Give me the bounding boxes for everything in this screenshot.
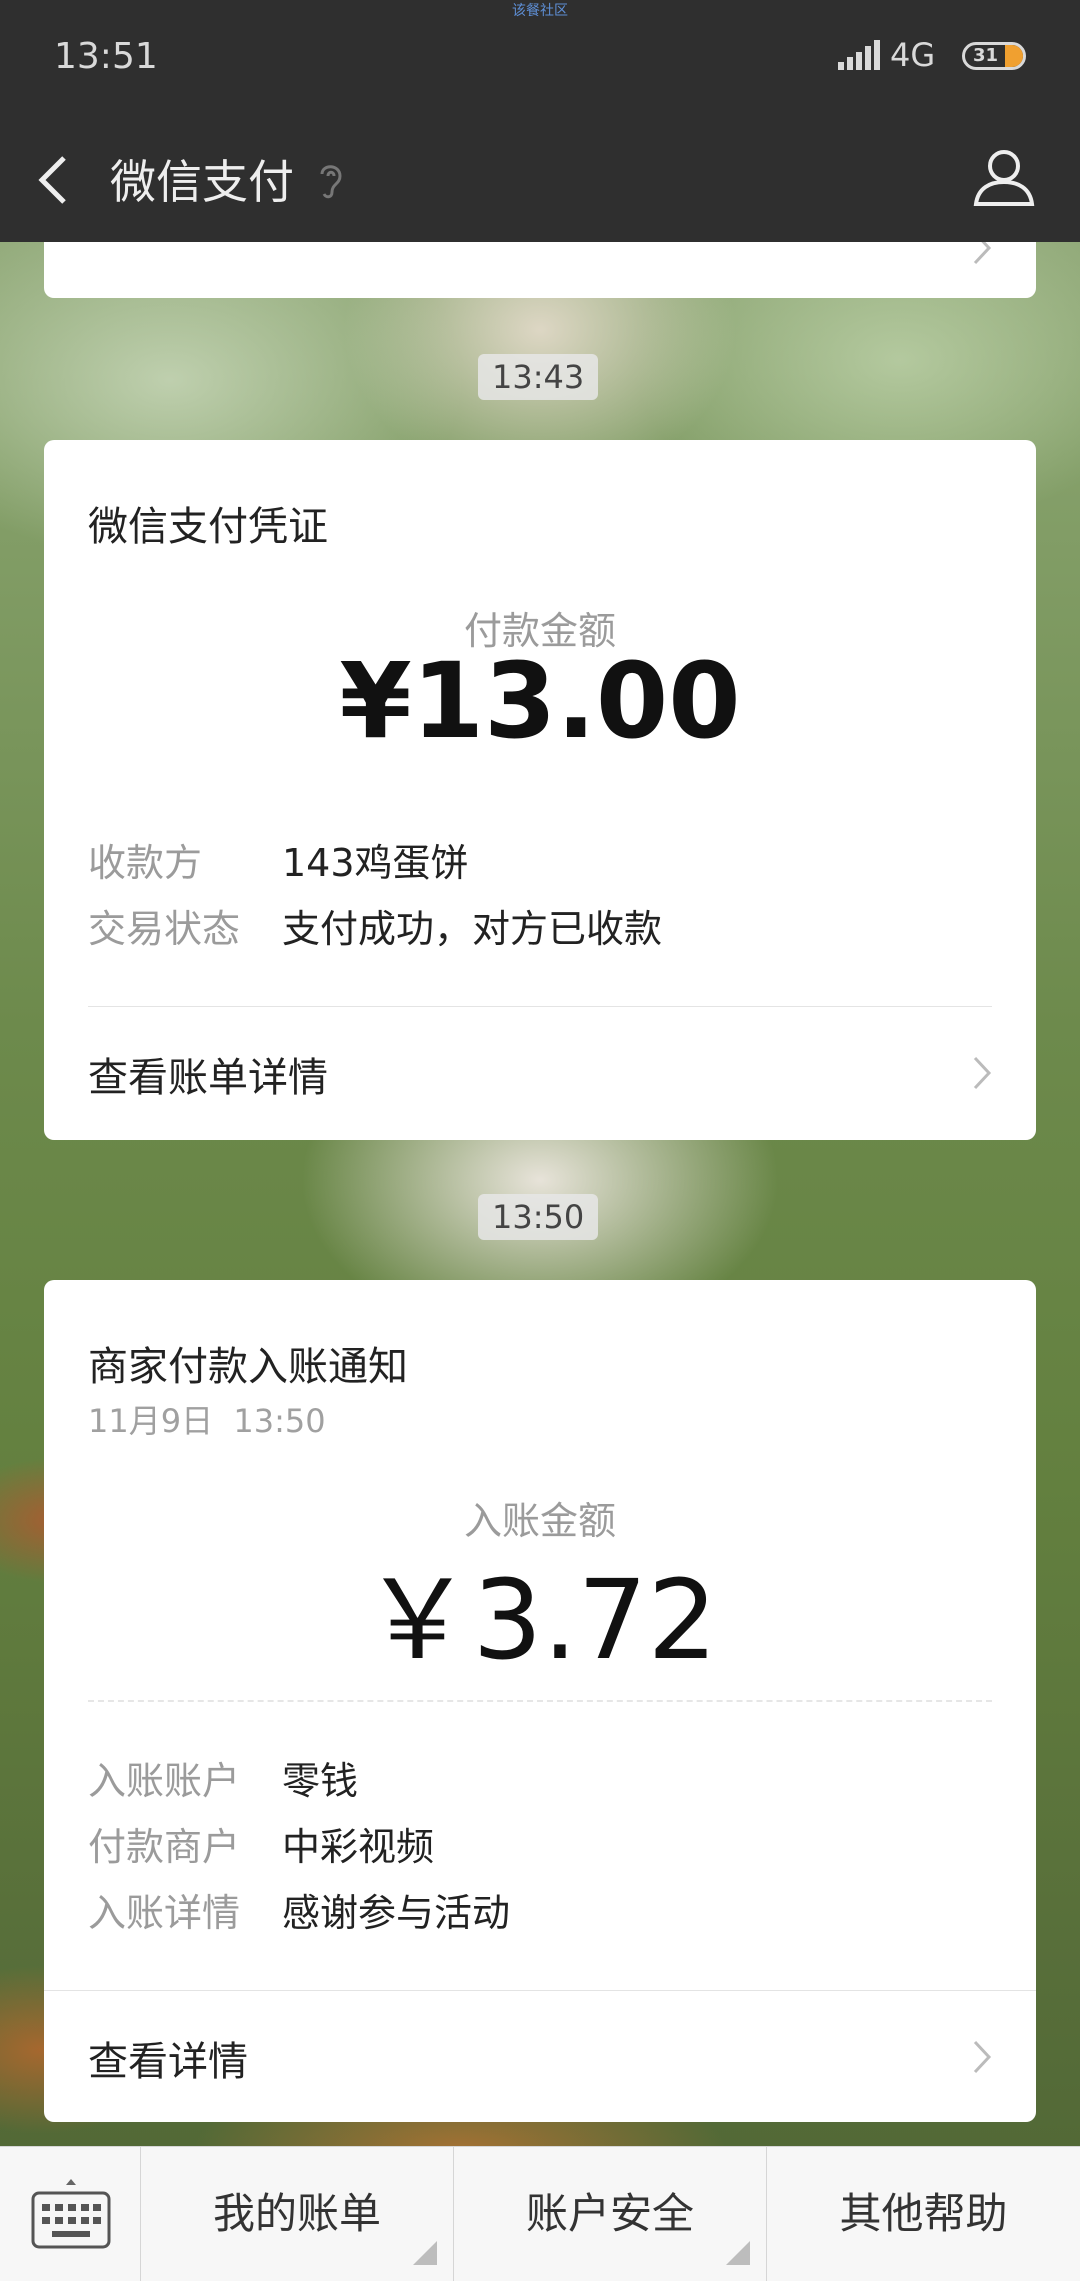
view-bill-details-link[interactable]: 查看账单详情 [44, 1007, 1036, 1140]
status-bar: 该餐社区 13:51 4G 31 [0, 0, 1080, 118]
battery-level: 31 [973, 45, 999, 66]
signal-icon [838, 40, 880, 70]
dashed-divider [88, 1700, 992, 1702]
chevron-right-icon [973, 1056, 992, 1090]
menu-label: 我的账单 [212, 2189, 381, 2238]
nav-bar: 微信支付 [0, 118, 1080, 242]
bottom-menu: 我的账单 账户安全 其他帮助 [0, 2146, 1080, 2281]
menu-account-security[interactable]: 账户安全 [454, 2147, 767, 2281]
amount-value: ￥3.72 [362, 1556, 718, 1684]
status-tiny-label: 该餐社区 [512, 3, 568, 19]
submenu-indicator [413, 2241, 437, 2265]
row-value: 支付成功，对方已收款 [282, 907, 663, 951]
row-value: 143鸡蛋饼 [282, 841, 469, 885]
keyboard-toggle[interactable] [0, 2147, 141, 2281]
card-date: 11月9日 13:50 [88, 1402, 326, 1440]
card-title: 微信支付凭证 [88, 504, 328, 550]
row-label: 收款方 [88, 841, 203, 885]
view-details-link[interactable]: 查看详情 [44, 1991, 1036, 2122]
payment-voucher-card: 微信支付凭证 付款金额 ¥13.00 收款方 143鸡蛋饼 交易状态 支付成功，… [44, 440, 1036, 1140]
message-time: 13:50 [478, 1194, 599, 1240]
row-label: 付款商户 [88, 1825, 241, 1869]
network-type: 4G [890, 36, 936, 74]
row-label: 入账详情 [88, 1891, 241, 1935]
ear-icon [320, 165, 342, 199]
message-time: 13:43 [478, 354, 599, 400]
card-title: 商家付款入账通知 [88, 1344, 408, 1390]
menu-label: 账户安全 [525, 2189, 694, 2238]
amount-value: ¥13.00 [339, 640, 741, 762]
status-time: 13:51 [54, 36, 158, 77]
menu-my-bills[interactable]: 我的账单 [141, 2147, 454, 2281]
link-label: 查看账单详情 [88, 1055, 328, 1101]
chevron-right-icon [973, 2040, 992, 2074]
battery-icon: 31 [962, 42, 1026, 70]
row-value: 中彩视频 [282, 1825, 435, 1869]
row-label: 交易状态 [88, 907, 241, 951]
menu-label: 其他帮助 [839, 2189, 1008, 2238]
keyboard-icon [31, 2179, 111, 2249]
user-icon[interactable] [972, 144, 1036, 208]
row-value: 感谢参与活动 [282, 1891, 511, 1935]
row-label: 入账账户 [88, 1759, 241, 1803]
submenu-indicator [726, 2241, 750, 2265]
back-arrow-icon[interactable] [36, 152, 70, 208]
link-label: 查看详情 [88, 2039, 248, 2085]
menu-other-help[interactable]: 其他帮助 [767, 2147, 1080, 2281]
merchant-payment-card: 商家付款入账通知 11月9日 13:50 入账金额 ￥3.72 入账账户 零钱 … [44, 1280, 1036, 2122]
page-title: 微信支付 [110, 155, 294, 209]
row-value: 零钱 [282, 1759, 359, 1803]
